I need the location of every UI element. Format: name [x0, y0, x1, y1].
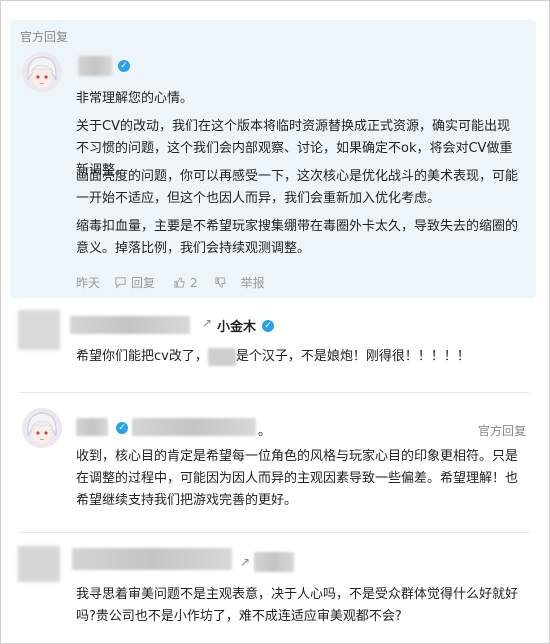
comment-text: 我寻思着审美问题不是主观表意，决于人心吗，不是受众群体觉得什么好就好吗?贵公司也… [76, 587, 519, 624]
verified-icon: ✓ [116, 422, 128, 434]
blurred-word [207, 347, 236, 366]
report-button[interactable]: 举报 [241, 274, 265, 291]
reply-target-name[interactable]: 小金木 [217, 316, 256, 335]
blurred-username [78, 56, 112, 76]
reply-button[interactable]: 回复 [114, 274, 155, 291]
thumbs-down-icon [215, 277, 226, 288]
reply-arrow-icon: ↗ [202, 316, 213, 330]
like-button[interactable]: 2 [173, 276, 198, 290]
like-count: 2 [190, 275, 198, 290]
blurred-avatar [18, 310, 60, 350]
avatar[interactable] [22, 408, 62, 448]
official-reply-text: 收到，核心目的肯定是希望每一位角色的风格与玩家心目的印象更相符。只是在调整的过程… [76, 449, 519, 508]
comment-text-part2: 是个汉子，不是娘炮！刚得很！！！！！ [235, 349, 470, 364]
comment-icon [115, 277, 126, 289]
reply-arrow-icon: ↗ [240, 555, 251, 569]
timestamp: 昨天 [76, 276, 101, 290]
official-paragraph-2: 画面亮度的问题，你可以再感受一下，这次核心是优化战斗的美术表现，可能一开始不适应… [76, 169, 519, 206]
comment-text-part1: 希望你们能把cv改了， [76, 349, 208, 364]
anime-avatar-icon [22, 408, 62, 448]
blurred-reply-target [254, 552, 294, 572]
official-greeting: 非常理解您的心情。 [76, 91, 194, 106]
reply-label: 回复 [131, 276, 156, 290]
official-reply-tag: 官方回复 [478, 424, 527, 438]
official-reply-tag: 官方回复 [20, 30, 69, 44]
divider [20, 392, 530, 393]
blurred-username [76, 418, 108, 436]
divider [20, 532, 530, 533]
official-paragraph-3: 缩毒扣血量，主要是不希望玩家搜集绷带在毒圈外卡太久，导致失去的缩圈的意义。掉落比… [76, 219, 519, 256]
verified-icon: ✓ [118, 60, 130, 72]
blurred-name-extension [132, 418, 256, 436]
anime-avatar-icon [22, 52, 62, 92]
verified-icon: ✓ [262, 320, 274, 332]
report-label: 举报 [240, 276, 265, 290]
name-period: 。 [258, 424, 272, 439]
dislike-button[interactable] [214, 276, 227, 289]
blurred-username [72, 548, 232, 570]
comment-text: 希望你们能把cv改了， 是个汉子，不是娘炮！刚得很！！！！！ [76, 346, 522, 368]
avatar[interactable] [22, 52, 62, 92]
blurred-avatar [18, 546, 60, 582]
thumbs-up-icon [174, 277, 185, 288]
official-actions: 昨天 回复 2 举报 [76, 274, 265, 291]
blurred-username [70, 316, 190, 334]
